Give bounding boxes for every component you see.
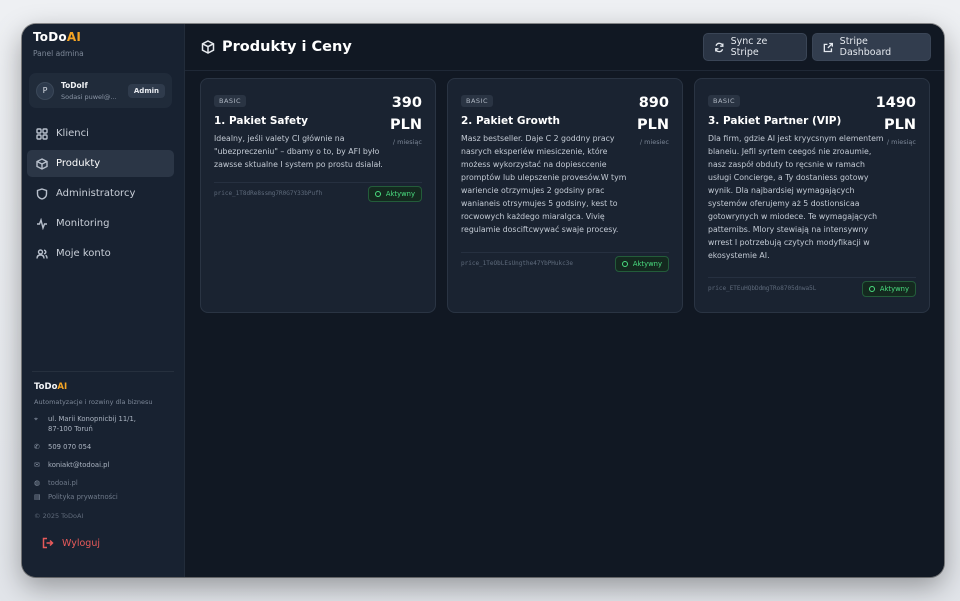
sidebar-item-produkty[interactable]: Produkty	[27, 150, 174, 177]
brand[interactable]: ToDoAI Panel admina	[33, 30, 84, 58]
main-content: Produkty i Ceny Sync ze Stripe Stripe Da…	[185, 24, 944, 577]
product-card[interactable]: BASIC 1490 PLN / miesiąc 3. Pakiet Partn…	[694, 78, 930, 313]
stripe-price-id: price_ETEuHQbDdmgTRo8705dnwa5L	[708, 285, 817, 292]
sync-stripe-button[interactable]: Sync ze Stripe	[703, 33, 807, 61]
map-pin-icon: ⌖	[34, 415, 38, 423]
sidebar-item-label: Monitoring	[56, 218, 110, 229]
box-icon	[36, 157, 48, 170]
stripe-dashboard-button[interactable]: Stripe Dashboard	[812, 33, 931, 61]
sidebar-item-monitoring[interactable]: Monitoring	[27, 210, 174, 237]
price-period: / miesiec	[639, 138, 669, 146]
card-footer: price_1T8dRe8ssmg7R0G7Y33bPufh Aktywny	[214, 182, 422, 204]
sidebar-item-moje-konto[interactable]: Moje konto	[27, 240, 174, 267]
status-badge: Aktywny	[367, 185, 422, 202]
role-badge: Admin	[127, 83, 165, 98]
sidebar-item-label: Administratorcy	[56, 188, 136, 199]
company-name: ToDoAI	[34, 382, 68, 392]
logout-label: Wyloguj	[62, 537, 100, 549]
price-amount: 890	[638, 95, 669, 111]
price-amount: 1490	[875, 95, 916, 111]
price-period: / miesiąc	[886, 138, 916, 146]
price-amount: 390	[391, 95, 422, 111]
logout-button[interactable]: Wyloguj	[42, 537, 100, 549]
document-icon: ▤	[34, 493, 41, 501]
price-currency: PLN	[883, 117, 916, 133]
status-badge: Aktywny	[861, 280, 916, 297]
stripe-price-id: price_1T8dRe8ssmg7R0G7Y33bPufh	[214, 190, 323, 197]
stripe-price-id: price_1TeObLEsUngthe47YbPHukc3e	[461, 260, 573, 267]
user-email: Sodasi puwel@...	[61, 92, 117, 101]
product-title: 1. Pakiet Safety	[214, 115, 309, 127]
sidebar-item-label: Moje konto	[56, 248, 111, 259]
brand-subtitle: Panel admina	[33, 49, 84, 58]
company-phone[interactable]: ✆ 509 070 054	[34, 442, 174, 452]
product-cards: BASIC 390 PLN / miesiąc 1. Pakiet Safety…	[200, 78, 930, 313]
mail-icon: ✉	[34, 461, 40, 469]
phone-icon: ✆	[34, 443, 40, 451]
refresh-icon	[715, 42, 724, 52]
status-badge: Aktywny	[614, 255, 669, 272]
price-currency: PLN	[636, 117, 669, 133]
page-title: Produkty i Ceny	[222, 39, 352, 55]
price-period: / miesiąc	[392, 138, 422, 146]
sidebar-item-label: Produkty	[56, 158, 101, 169]
card-footer: price_1TeObLEsUngthe47YbPHukc3e Aktywny	[461, 252, 669, 274]
user-name: ToDoIf	[61, 80, 88, 90]
product-description: Masz bestseller. Daje C 2 goddny pracy n…	[461, 134, 627, 234]
logout-icon	[42, 537, 54, 549]
product-card[interactable]: BASIC 890 PLN / miesiec 2. Pakiet Growth…	[447, 78, 683, 313]
tier-badge: BASIC	[708, 95, 740, 107]
users-icon	[36, 248, 48, 259]
stripe-dashboard-label: Stripe Dashboard	[839, 36, 892, 58]
product-description: Idealny, jeśli valety CI głównie na "ube…	[214, 134, 383, 169]
product-card[interactable]: BASIC 390 PLN / miesiąc 1. Pakiet Safety…	[200, 78, 436, 313]
card-footer: price_ETEuHQbDdmgTRo8705dnwa5L Aktywny	[708, 277, 916, 299]
avatar: P	[36, 81, 54, 100]
product-title: 3. Pakiet Partner (VIP)	[708, 115, 842, 127]
company-website-link[interactable]: ◍ todoai.pl	[34, 478, 174, 488]
product-description: Dla firm, gdzie AI jest kryycsnym elemen…	[708, 134, 884, 260]
app-window: ToDoAI Panel admina P ToDoIf Sodasi puwe…	[22, 24, 944, 577]
status-icon	[374, 190, 381, 197]
product-title: 2. Pakiet Growth	[461, 115, 561, 127]
grid-icon	[36, 127, 48, 140]
globe-icon: ◍	[34, 479, 41, 487]
external-link-icon	[823, 42, 834, 52]
copyright: © 2025 ToDoAI	[34, 512, 84, 520]
activity-icon	[37, 217, 47, 230]
privacy-policy-link[interactable]: ▤ Polityka prywatności	[34, 492, 174, 502]
status-icon	[621, 260, 628, 267]
price-currency: PLN	[389, 117, 422, 133]
page-header: Produkty i Ceny Sync ze Stripe Stripe Da…	[185, 24, 944, 71]
sidebar-item-label: Klienci	[56, 128, 89, 139]
status-icon	[868, 285, 875, 292]
sidebar: ToDoAI Panel admina P ToDoIf Sodasi puwe…	[22, 24, 185, 577]
tier-badge: BASIC	[214, 95, 246, 107]
company-email[interactable]: ✉ koniakt@todoai.pl	[34, 460, 174, 470]
box-icon	[201, 40, 215, 54]
sync-stripe-label: Sync ze Stripe	[730, 36, 768, 58]
tier-badge: BASIC	[461, 95, 493, 107]
sidebar-nav: Klienci Produkty Administratorcy Monitor…	[27, 120, 174, 270]
sidebar-divider	[32, 371, 174, 372]
shield-icon	[36, 187, 48, 200]
sidebar-item-administratorcy[interactable]: Administratorcy	[27, 180, 174, 207]
company-info: ToDoAI Automatyzacje i rozwiny dla bizne…	[34, 382, 174, 502]
user-card[interactable]: P ToDoIf Sodasi puwel@... Admin	[29, 73, 172, 108]
brand-logo: ToDoAI	[33, 30, 81, 44]
company-tagline: Automatyzacje i rozwiny dla biznesu	[34, 398, 153, 406]
company-address: ⌖ ul. Marii Konopnicbij 11/1, 87-100 Toru…	[34, 415, 136, 433]
sidebar-item-klienci[interactable]: Klienci	[27, 120, 174, 147]
